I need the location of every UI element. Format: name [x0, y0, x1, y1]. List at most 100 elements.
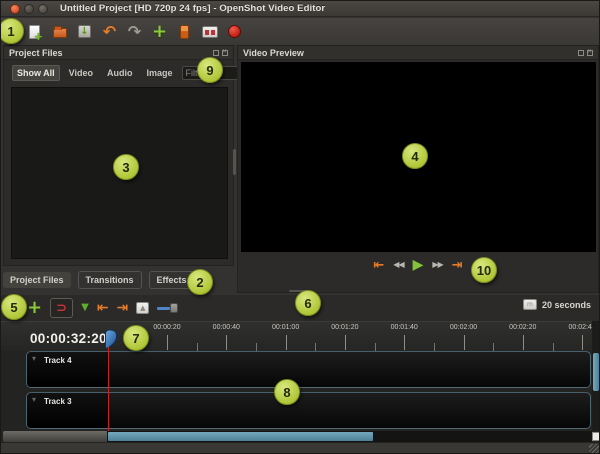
- undo-button[interactable]: ↶: [100, 22, 119, 41]
- new-file-icon: +: [29, 24, 43, 43]
- slider-knob[interactable]: [170, 303, 179, 313]
- ruler-tick-major: [463, 335, 465, 350]
- open-folder-icon: [52, 26, 67, 38]
- ruler-label: 00:01:40: [390, 324, 418, 331]
- ruler-tick-major: [522, 335, 524, 350]
- previous-marker-button[interactable]: ⇤: [97, 301, 109, 315]
- close-panel-icon[interactable]: [222, 48, 228, 56]
- snapping-toggle-button[interactable]: ⊃: [50, 298, 74, 318]
- export-video-button[interactable]: [200, 22, 219, 41]
- vertical-scrollbar-thumb[interactable]: [593, 353, 599, 391]
- ruler-tick-major: [285, 335, 287, 350]
- callout-badge-6: 6: [295, 290, 321, 316]
- undock-icon[interactable]: [213, 49, 219, 56]
- zoom-scale-label: 20 seconds: [541, 299, 591, 310]
- timeline-zoom-slider[interactable]: [157, 302, 183, 314]
- timeline-tracks-area: ▾ Track 4 ▾ Track 3: [1, 351, 599, 443]
- ruler-label: 00:01:00: [271, 324, 300, 331]
- magnet-icon: ⊃: [56, 300, 68, 316]
- add-files-button[interactable]: +: [150, 22, 169, 41]
- playback-controls: ⇤ ◀◀ ▶ ▶▶ ⇥: [238, 258, 598, 272]
- add-files-icon: +: [151, 20, 168, 42]
- playhead-flag-icon[interactable]: [104, 329, 119, 349]
- play-button[interactable]: ▶: [413, 258, 424, 272]
- resize-grip[interactable]: [589, 444, 599, 453]
- add-track-button[interactable]: +: [27, 299, 42, 317]
- tab-transitions[interactable]: Transitions: [77, 271, 142, 289]
- redo-icon: ↷: [127, 21, 142, 41]
- ruler-tick-major: [167, 335, 168, 350]
- ruler-tick-minor: [256, 343, 257, 351]
- window-minimize-button[interactable]: [24, 3, 34, 14]
- timecode-display: 00:00:32:20: [30, 331, 107, 346]
- callout-badge-7: 7: [123, 325, 149, 351]
- redo-button[interactable]: ↷: [125, 22, 144, 41]
- dock-tab-bar: Project Files Transitions Effects: [3, 271, 195, 289]
- filter-audio-button[interactable]: Audio: [102, 65, 138, 81]
- chevron-down-icon[interactable]: ▾: [32, 396, 36, 404]
- ruler-tick-major: [404, 335, 406, 350]
- plus-icon: +: [33, 29, 43, 43]
- next-marker-button[interactable]: ⇥: [117, 301, 129, 315]
- fast-forward-button[interactable]: ▶▶: [432, 261, 443, 269]
- timeline-corner-block: [3, 431, 107, 442]
- track-row[interactable]: ▾ Track 4: [26, 351, 591, 388]
- callout-badge-2: 2: [187, 269, 213, 295]
- add-marker-button[interactable]: ▼: [81, 303, 89, 313]
- track-name: Track 3: [44, 397, 72, 406]
- slider-rail: [157, 307, 171, 310]
- export-video-icon: [201, 25, 218, 38]
- filter-image-button[interactable]: Image: [142, 65, 178, 81]
- callout-badge-5: 5: [1, 294, 27, 320]
- save-icon: ↓: [78, 25, 91, 38]
- record-button[interactable]: [225, 22, 244, 41]
- jump-end-button[interactable]: ⇥: [452, 259, 463, 272]
- ruler-label: 00:00:20: [153, 324, 181, 331]
- chevron-down-icon[interactable]: ▾: [32, 355, 36, 363]
- jump-start-button[interactable]: ⇤: [373, 259, 384, 272]
- zoom-scale-icon[interactable]: m: [522, 299, 537, 310]
- save-button[interactable]: ↓: [75, 22, 94, 41]
- undock-icon[interactable]: [578, 49, 584, 56]
- callout-badge-8: 8: [274, 379, 300, 405]
- callout-badge-9: 9: [197, 57, 223, 83]
- callout-badge-3: 3: [113, 154, 139, 180]
- callout-badge-4: 4: [402, 143, 428, 169]
- rewind-button[interactable]: ◀◀: [393, 261, 404, 269]
- filter-show-all-button[interactable]: Show All: [12, 65, 60, 81]
- filter-video-button[interactable]: Video: [64, 65, 98, 81]
- ruler-tick-minor: [374, 343, 376, 351]
- open-folder-button[interactable]: [50, 22, 69, 41]
- snapshot-icon: ▲: [140, 303, 146, 312]
- video-preview-title: Video Preview: [243, 47, 304, 58]
- ruler-tick-minor: [196, 343, 198, 351]
- import-sequence-button[interactable]: [175, 22, 194, 41]
- tab-project-files[interactable]: Project Files: [3, 272, 71, 288]
- ruler-tick-major: [344, 335, 346, 350]
- close-panel-icon[interactable]: [587, 48, 593, 56]
- window-bottom-strip: [1, 443, 599, 453]
- video-preview-header: Video Preview: [238, 46, 598, 60]
- window-maximize-button[interactable]: [38, 3, 48, 14]
- import-sequence-icon: [180, 24, 189, 39]
- timeline-ruler[interactable]: 00:00:32:20 00:00:20 00:00:40 00:01:00 00:0…: [1, 321, 599, 351]
- new-file-button[interactable]: +: [25, 22, 44, 43]
- window-title: Untitled Project [HD 720p 24 fps] - Open…: [60, 3, 326, 14]
- ruler-tick-major: [582, 335, 584, 350]
- callout-badge-10: 10: [471, 257, 497, 283]
- vertical-splitter-handle[interactable]: [233, 149, 236, 175]
- openshot-window: Untitled Project [HD 720p 24 fps] - Open…: [0, 0, 600, 454]
- track-name: Track 4: [44, 356, 72, 365]
- video-preview-panel: Video Preview ⇤ ◀◀ ▶ ▶▶ ⇥: [237, 45, 599, 293]
- track-row[interactable]: ▾ Track 3: [26, 392, 591, 429]
- ruler-label: 00:01:20: [331, 324, 359, 331]
- ruler-label: 00:02:00: [449, 324, 478, 331]
- window-close-button[interactable]: [10, 3, 20, 14]
- playhead-line: [108, 347, 109, 432]
- snapshot-button[interactable]: ▲: [136, 302, 150, 314]
- main-toolbar: + ↓ ↶ ↷ +: [1, 18, 599, 45]
- title-bar: Untitled Project [HD 720p 24 fps] - Open…: [1, 1, 599, 17]
- ruler-label: 00:00:40: [212, 324, 240, 331]
- horizontal-scrollbar-thumb[interactable]: [108, 432, 373, 441]
- download-arrow-icon: ↓: [80, 25, 89, 37]
